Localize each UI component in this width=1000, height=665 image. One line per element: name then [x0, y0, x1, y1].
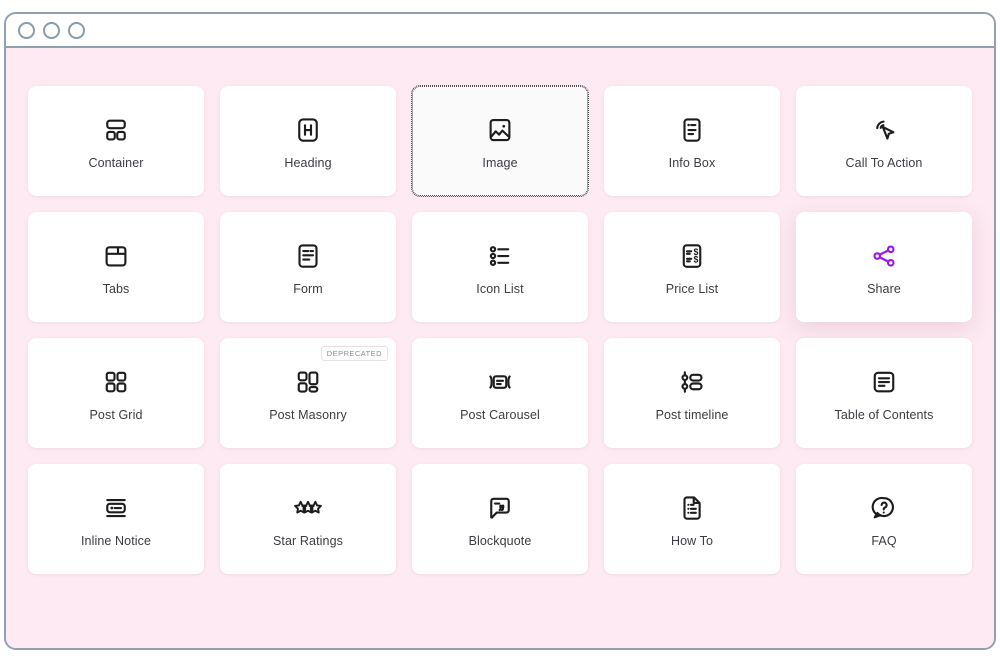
widget-card-label: How To [671, 535, 713, 548]
widget-card-label: Heading [284, 157, 331, 170]
window-maximize-dot[interactable] [68, 22, 85, 39]
price-list-icon: $$ [675, 239, 709, 273]
widget-card[interactable]: Heading [220, 86, 396, 196]
widget-card[interactable]: Post timeline [604, 338, 780, 448]
widget-card-label: Table of Contents [835, 409, 934, 422]
widget-card[interactable]: $$ Price List [604, 212, 780, 322]
widget-card-label: Post Masonry [269, 409, 347, 422]
browser-window: Container Heading Image Info Box Call To Act… [4, 12, 996, 650]
widget-card-label: Inline Notice [81, 535, 151, 548]
table-of-contents-icon [867, 365, 901, 399]
widget-card[interactable]: Info Box [604, 86, 780, 196]
tabs-icon [99, 239, 133, 273]
widget-card[interactable]: FAQ [796, 464, 972, 574]
widget-card[interactable]: Share [796, 212, 972, 322]
widget-card[interactable]: Image [412, 86, 588, 196]
widget-card-label: Post Carousel [460, 409, 540, 422]
widget-card-label: Form [293, 283, 323, 296]
widget-card-label: Star Ratings [273, 535, 343, 548]
widget-card-label: FAQ [871, 535, 896, 548]
widget-card[interactable]: Post Grid [28, 338, 204, 448]
window-close-dot[interactable] [18, 22, 35, 39]
widget-panel: Container Heading Image Info Box Call To Act… [6, 48, 994, 648]
blockquote-icon [483, 491, 517, 525]
post-grid-icon [99, 365, 133, 399]
post-masonry-icon [291, 365, 325, 399]
window-minimize-dot[interactable] [43, 22, 60, 39]
post-timeline-icon [675, 365, 709, 399]
icon-list-icon [483, 239, 517, 273]
image-icon [483, 113, 517, 147]
widget-card[interactable]: Tabs [28, 212, 204, 322]
post-carousel-icon [483, 365, 517, 399]
widget-card[interactable]: DEPRECATED Post Masonry [220, 338, 396, 448]
heading-icon [291, 113, 325, 147]
browser-titlebar [6, 14, 994, 48]
form-icon [291, 239, 325, 273]
widget-card-label: Info Box [669, 157, 716, 170]
how-to-icon [675, 491, 709, 525]
widget-card-label: Tabs [103, 283, 130, 296]
widget-card[interactable]: Table of Contents [796, 338, 972, 448]
widget-card-label: Share [867, 283, 901, 296]
widget-card[interactable]: Blockquote [412, 464, 588, 574]
widget-card[interactable]: Icon List [412, 212, 588, 322]
container-icon [99, 113, 133, 147]
widget-card[interactable]: Post Carousel [412, 338, 588, 448]
widget-grid: Container Heading Image Info Box Call To Act… [28, 86, 972, 574]
widget-card[interactable]: Call To Action [796, 86, 972, 196]
info-box-icon [675, 113, 709, 147]
widget-card[interactable]: How To [604, 464, 780, 574]
widget-card-label: Post Grid [90, 409, 143, 422]
widget-card-label: Post timeline [656, 409, 729, 422]
widget-card-label: Call To Action [846, 157, 923, 170]
faq-icon [867, 491, 901, 525]
widget-card[interactable]: Container [28, 86, 204, 196]
inline-notice-icon [99, 491, 133, 525]
svg-text:$: $ [693, 254, 698, 264]
widget-card[interactable]: Form [220, 212, 396, 322]
cursor-click-icon [867, 113, 901, 147]
widget-card[interactable]: Star Ratings [220, 464, 396, 574]
widget-card-label: Icon List [476, 283, 523, 296]
deprecated-badge: DEPRECATED [321, 346, 388, 361]
widget-card-label: Price List [666, 283, 718, 296]
star-ratings-icon [291, 491, 325, 525]
widget-card[interactable]: Inline Notice [28, 464, 204, 574]
widget-card-label: Image [482, 157, 517, 170]
widget-card-label: Container [88, 157, 143, 170]
share-icon [867, 239, 901, 273]
widget-card-label: Blockquote [469, 535, 532, 548]
